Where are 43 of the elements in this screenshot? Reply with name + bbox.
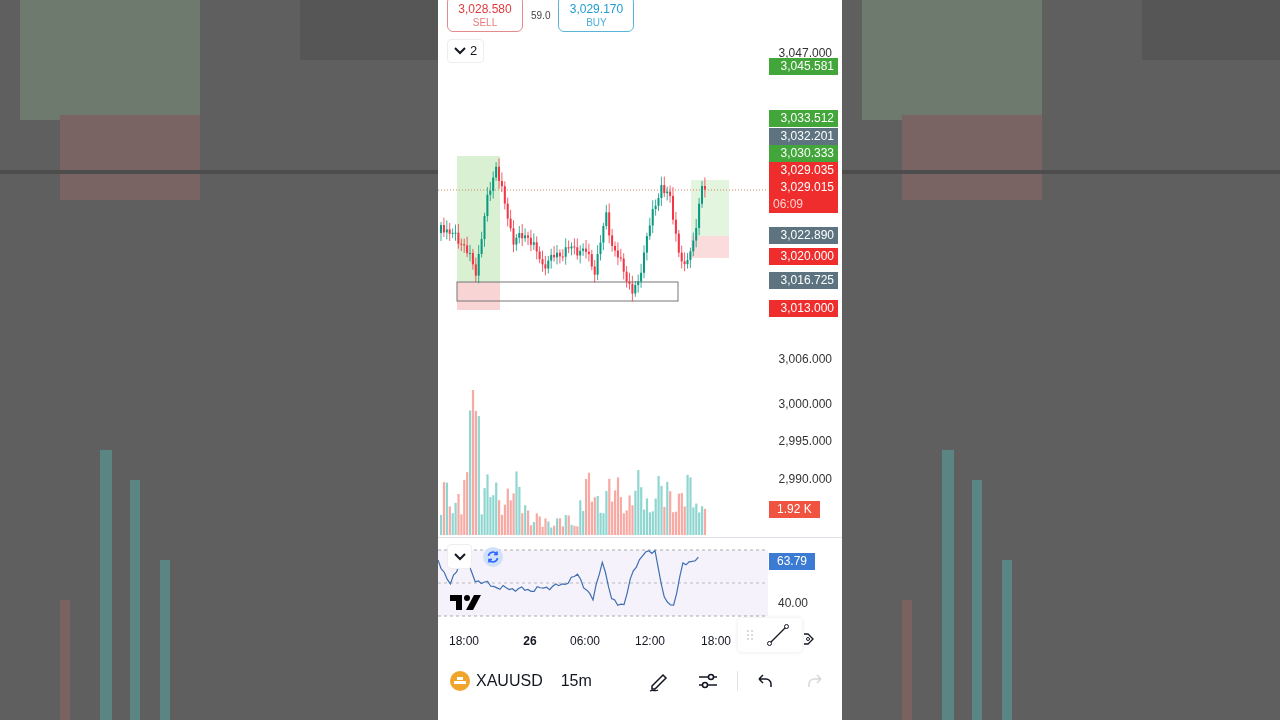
legend-count: 2 (470, 42, 478, 61)
price-label-value: 3,013.000 (779, 300, 834, 317)
price-label-value: 3,030.333 (779, 145, 834, 162)
profit-zone (691, 180, 729, 236)
tag-icon[interactable] (804, 631, 814, 647)
logo (450, 595, 481, 610)
time-axis-label: 18:00 (701, 633, 731, 650)
undo-icon[interactable] (755, 672, 774, 690)
coin-icon (450, 671, 470, 691)
price-axis-tick: 3,006.000 (778, 353, 832, 365)
rsi-axis-tick: 40.00 (778, 595, 809, 612)
sell-button[interactable]: 3,028.580 SELL (447, 0, 523, 32)
price-label-value: 3,045.581 (779, 58, 834, 75)
rsi-value-label: 63.79 (769, 553, 816, 570)
legend-toggle[interactable]: 2 (447, 39, 485, 63)
refresh-icon (486, 550, 500, 564)
chevron-down-icon (453, 552, 466, 561)
price-axis-tick: 3,000.000 (778, 398, 832, 410)
time-axis-label: 06:00 (570, 633, 600, 650)
symbol-button[interactable]: XAUUSD (450, 669, 543, 693)
time-axis-label: 12:00 (635, 633, 665, 650)
volume-label: 1.92 K (769, 501, 820, 518)
interval-button[interactable]: 15m (560, 669, 592, 693)
price-axis-tick: 3,047.000 (778, 47, 832, 59)
time-axis-label: 26 (523, 633, 537, 650)
price-label-value: 3,029.035 (779, 162, 834, 179)
price-label-value: 3,029.015 (779, 179, 834, 196)
time-axis-label: 18:00 (449, 633, 479, 650)
refresh-button[interactable] (483, 547, 503, 567)
grip-icon[interactable] (746, 629, 754, 641)
chevron-down-icon (454, 47, 466, 55)
price-label-value: 3,032.201 (779, 128, 834, 145)
price-label-value: 3,022.890 (779, 227, 834, 244)
trend-line-icon[interactable] (766, 623, 790, 647)
price-label-value: 3,020.000 (779, 248, 834, 265)
price-label-value: 3,016.725 (779, 272, 834, 289)
price-axis-tick: 2,990.000 (778, 473, 832, 485)
spread-value: 59.0 (531, 9, 551, 23)
price-label-value: 3,033.512 (779, 110, 834, 127)
bar-countdown: 06:09 (773, 196, 805, 213)
loss-zone (691, 236, 729, 258)
price-axis-tick: 2,995.000 (778, 435, 832, 447)
collapse-pane-button[interactable] (447, 544, 472, 569)
